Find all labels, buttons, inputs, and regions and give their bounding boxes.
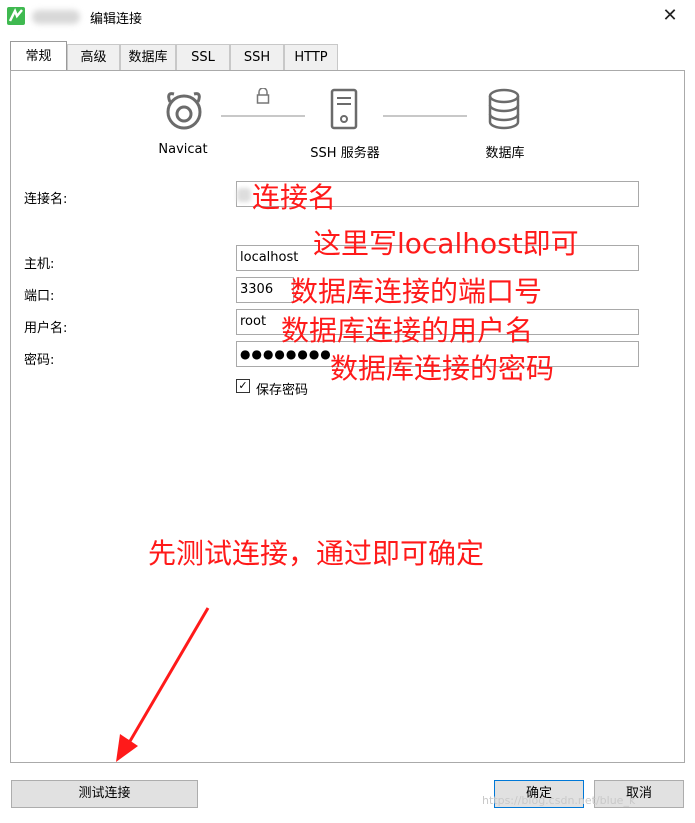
host-label: 主机: [24, 257, 55, 272]
connection-name-label: 连接名: [24, 192, 68, 207]
tab-advanced[interactable]: 高级 [67, 44, 120, 70]
connector-line [221, 115, 305, 117]
port-label: 端口: [24, 289, 55, 304]
red-arrow-icon [108, 600, 218, 774]
close-icon[interactable]: ✕ [657, 4, 683, 28]
test-connection-button[interactable]: 测试连接 [11, 780, 198, 808]
watermark: https://blog.csdn.net/blue_k [482, 794, 636, 807]
annotation-username: 数据库连接的用户名 [281, 314, 534, 347]
username-label: 用户名: [24, 321, 68, 336]
window-title: 编辑连接 [90, 12, 143, 27]
password-label: 密码: [24, 353, 55, 368]
tab-ssh[interactable]: SSH [230, 44, 284, 70]
navicat-logo-icon [162, 88, 206, 134]
navicat-app-icon [7, 7, 25, 25]
blurred-app-name [32, 10, 80, 24]
title-bar: 编辑连接 ✕ [0, 0, 695, 34]
tab-http[interactable]: HTTP [284, 44, 338, 70]
database-label: 数据库 [485, 146, 525, 161]
server-icon [330, 88, 358, 134]
port-input[interactable]: 3306 [236, 277, 294, 303]
save-password-label: 保存密码 [256, 383, 309, 398]
annotation-host: 这里写localhost即可 [313, 227, 579, 260]
tab-ssl[interactable]: SSL [176, 44, 230, 70]
connector-line [383, 115, 467, 117]
database-icon [487, 88, 521, 134]
blurred-text [237, 188, 251, 202]
navicat-label: Navicat [158, 142, 208, 157]
tab-general[interactable]: 常规 [10, 41, 67, 71]
ssh-server-label: SSH 服务器 [310, 146, 380, 161]
save-password-checkbox[interactable]: ✓ [236, 379, 250, 393]
tab-database[interactable]: 数据库 [120, 44, 176, 70]
annotation-port: 数据库连接的端口号 [290, 275, 543, 308]
annotation-instruction: 先测试连接，通过即可确定 [148, 537, 485, 570]
annotation-connection-name: 连接名 [252, 181, 337, 214]
annotation-password: 数据库连接的密码 [330, 352, 555, 385]
lock-icon [256, 87, 270, 108]
